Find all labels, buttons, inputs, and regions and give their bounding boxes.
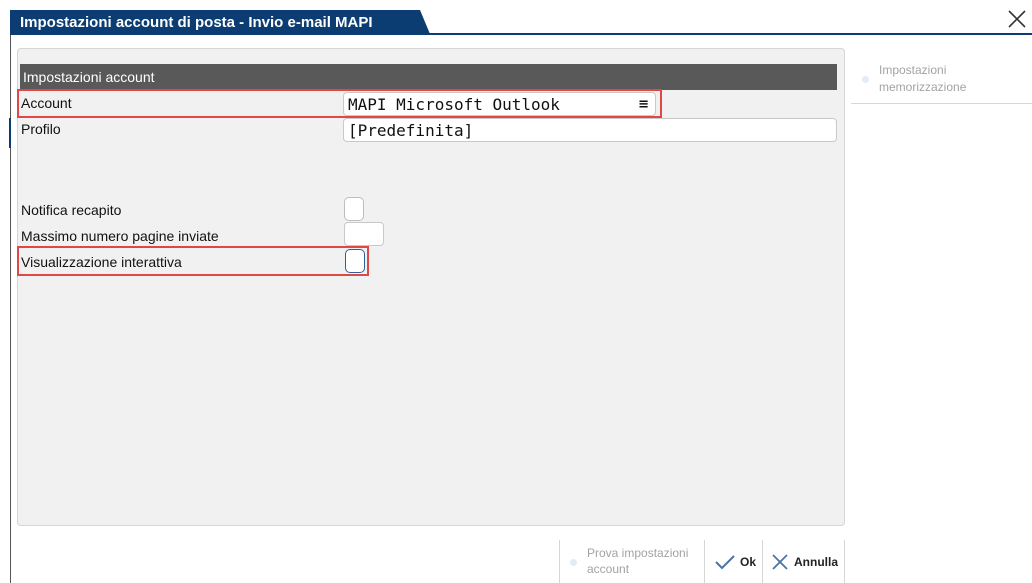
sidebar-item-impostazioni-memorizzazione[interactable]: Impostazioni memorizzazione [851, 56, 1032, 104]
bullet-icon [570, 559, 577, 566]
sidebar-item-label: Impostazioni memorizzazione [879, 63, 967, 94]
menu-icon[interactable]: ≡ [638, 97, 649, 112]
visualizzazione-checkbox[interactable] [345, 249, 365, 273]
notifica-checkbox[interactable] [344, 197, 364, 221]
ok-label: Ok [740, 554, 757, 569]
profilo-label: Profilo [21, 121, 61, 137]
account-value: MAPI Microsoft Outlook [348, 94, 560, 114]
profilo-input[interactable]: [Predefinita] [343, 118, 837, 142]
bullet-icon [862, 76, 869, 83]
window-title: Impostazioni account di posta - Invio e-… [10, 10, 430, 34]
title-underline [10, 33, 1032, 35]
notifica-label: Notifica recapito [21, 202, 122, 218]
account-select[interactable]: MAPI Microsoft Outlook ≡ [343, 92, 656, 116]
ok-button[interactable]: Ok [704, 540, 762, 583]
account-label: Account [21, 95, 72, 111]
close-icon [1008, 10, 1026, 28]
section-header: Impostazioni account [20, 64, 837, 90]
cancel-label: Annulla [794, 554, 838, 569]
check-icon [715, 554, 735, 569]
close-icon [772, 553, 788, 570]
focus-accent [9, 118, 11, 148]
massimo-label: Massimo numero pagine inviate [21, 228, 219, 244]
title-bar: Impostazioni account di posta - Invio e-… [0, 0, 1032, 35]
test-settings-label: Prova impostazioni account [587, 546, 689, 576]
visualizzazione-label: Visualizzazione interattiva [21, 254, 182, 270]
massimo-input[interactable] [344, 222, 384, 246]
cancel-button[interactable]: Annulla [762, 540, 845, 583]
test-settings-button[interactable]: Prova impostazioni account [559, 540, 704, 583]
close-button[interactable] [1006, 8, 1028, 30]
